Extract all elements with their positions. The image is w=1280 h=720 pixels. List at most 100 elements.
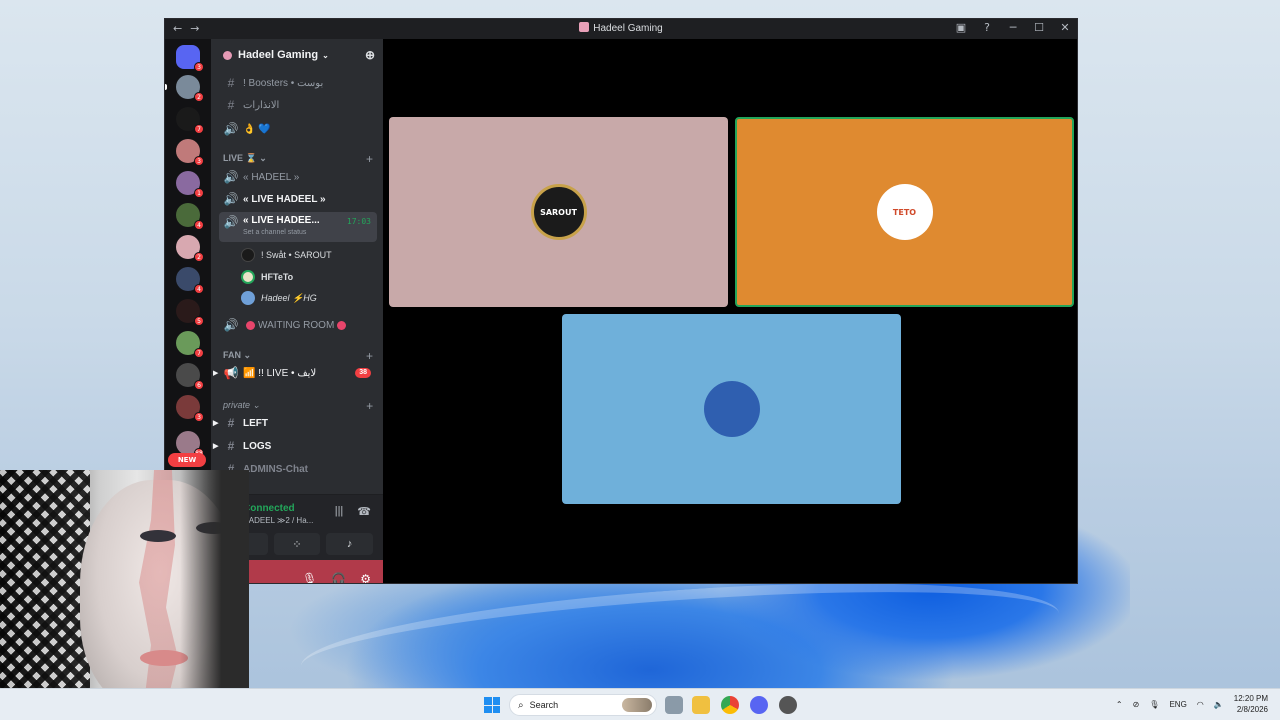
voice-user-name: ! Swåt • SAROUT xyxy=(261,250,332,260)
soundboard-button[interactable]: ♪ xyxy=(326,533,374,555)
channel-status[interactable]: Set a channel status xyxy=(243,229,306,236)
window-title-text: Hadeel Gaming xyxy=(593,23,663,34)
channel-logs[interactable]: ▶ # LOGS xyxy=(213,436,377,456)
category-label: private xyxy=(223,400,251,410)
participant-tile[interactable] xyxy=(562,314,901,504)
title-bar: ←→ Hadeel Gaming ▣ ? ─ ☐ ✕ xyxy=(165,19,1077,39)
server-icon[interactable]: 7 xyxy=(176,331,204,358)
badge: 3 xyxy=(194,156,204,166)
search-highlight-art xyxy=(622,698,652,712)
app-icon[interactable] xyxy=(779,696,797,714)
badge: 4 xyxy=(194,220,204,230)
headphones-icon[interactable]: 🎧 xyxy=(331,572,346,583)
system-tray: ⌃ ⊘ 🎙 ENG ◠ 🔈 12:20 PM 2/8/2026 xyxy=(1116,693,1268,715)
avatar xyxy=(241,248,255,262)
avatar-text: SAROUT xyxy=(540,207,577,217)
network-off-icon[interactable]: ⊘ xyxy=(1133,700,1140,709)
category-label: LIVE ⌛ xyxy=(223,153,257,163)
language-indicator[interactable]: ENG xyxy=(1169,700,1186,709)
task-view-icon[interactable] xyxy=(665,696,683,714)
server-icon[interactable]: 4 xyxy=(176,203,204,230)
badge: 3 xyxy=(194,62,204,72)
channel-live-fan[interactable]: ▶ 📢 📶 !! LIVE • لايف 38 xyxy=(213,363,377,383)
help-icon[interactable]: ? xyxy=(981,21,993,34)
voice-channel-info[interactable]: HADEEL ≫2 / Ha... xyxy=(243,516,313,525)
clock-date: 2/8/2026 xyxy=(1236,705,1268,714)
channel-voice-emoji[interactable]: 🔊 👌 💙 xyxy=(219,119,377,139)
server-icon[interactable]: 3 xyxy=(176,139,204,166)
clock-time: 12:20 PM xyxy=(1233,694,1268,703)
server-icon[interactable]: 5 xyxy=(176,299,204,326)
server-icon[interactable]: 4 xyxy=(176,267,204,294)
minimize-button[interactable]: ─ xyxy=(1007,21,1019,34)
chevron-up-icon[interactable]: ⌃ xyxy=(1116,700,1123,709)
windows-start-icon[interactable] xyxy=(484,697,500,713)
call-timer: 17:03 xyxy=(346,217,371,226)
channel-left[interactable]: ▶ # LEFT xyxy=(213,413,377,433)
add-channel-icon[interactable]: + xyxy=(366,399,373,413)
discord-icon[interactable] xyxy=(750,696,768,714)
invite-user-icon[interactable]: ⊕ xyxy=(365,48,375,62)
channel-label: LOGS xyxy=(243,440,272,452)
search-box[interactable]: ⌕ Search xyxy=(509,694,657,716)
add-channel-icon[interactable]: + xyxy=(366,349,373,363)
unread-badge: 38 xyxy=(355,368,371,378)
wifi-icon[interactable]: ◠ xyxy=(1197,700,1204,709)
server-header[interactable]: Hadeel Gaming ⌄ ⊕ xyxy=(211,39,383,71)
server-icon[interactable]: 3 xyxy=(176,395,204,422)
voice-user[interactable]: HFTeTo xyxy=(241,268,293,286)
voice-user[interactable]: Hadeel ⚡HG xyxy=(241,289,317,307)
discord-window: ←→ Hadeel Gaming ▣ ? ─ ☐ ✕ 3 2 7 3 1 4 2… xyxy=(164,18,1078,584)
channel-boosters[interactable]: # ! Boosters • بوست xyxy=(219,73,377,93)
file-explorer-icon[interactable] xyxy=(692,696,710,714)
microphone-icon[interactable]: 🎙 xyxy=(302,572,317,583)
participant-tile[interactable]: SAROUT xyxy=(389,117,728,307)
channel-label: 📶 !! LIVE • لايف xyxy=(243,367,317,379)
voice-channel-hadeel[interactable]: 🔊 « HADEEL » xyxy=(219,167,377,187)
category-live[interactable]: LIVE ⌛ ⌄ + xyxy=(223,152,373,166)
settings-gear-icon[interactable]: ⚙ xyxy=(360,572,371,583)
server-icon[interactable]: 88 xyxy=(176,431,204,458)
voice-stage: SAROUT TETO xyxy=(383,39,1077,583)
speaker-icon: 🔊 xyxy=(223,318,239,332)
mic-icon[interactable]: 🎙 xyxy=(1149,700,1159,709)
activities-button[interactable]: ⁘ xyxy=(273,533,321,555)
disconnect-icon[interactable]: ☎ xyxy=(357,505,371,518)
category-private[interactable]: private ⌄ + xyxy=(223,399,373,413)
record-dot-icon xyxy=(337,320,347,330)
chrome-icon[interactable] xyxy=(721,696,739,714)
avatar-text: TETO xyxy=(892,207,917,217)
noise-suppression-icon[interactable]: ||| xyxy=(335,505,344,518)
search-label: Search xyxy=(529,700,559,710)
channel-label: الانذارات xyxy=(243,99,280,111)
category-fan[interactable]: FAN ⌄ + xyxy=(223,349,373,363)
server-icon[interactable]: 2 xyxy=(176,235,204,262)
volume-icon[interactable]: 🔈 xyxy=(1214,700,1224,709)
hash-icon: # xyxy=(227,98,235,112)
badge: 2 xyxy=(194,252,204,262)
voice-channel-active[interactable]: 🔊 « LIVE HADEE... 17:03 Set a channel st… xyxy=(219,212,377,242)
close-button[interactable]: ✕ xyxy=(1059,21,1071,34)
voice-user-name: HFTeTo xyxy=(261,272,294,282)
channel-warnings[interactable]: # الانذارات xyxy=(219,95,377,115)
voice-user[interactable]: ! Swåt • SAROUT xyxy=(241,246,332,264)
caret-right-icon: ▶ xyxy=(213,420,219,427)
badge: 2 xyxy=(194,92,204,102)
voice-channel-live-hadeel[interactable]: 🔊 « LIVE HADEEL » xyxy=(219,189,377,209)
speaker-icon: 🔊 xyxy=(223,192,239,206)
server-icon[interactable]: 7 xyxy=(176,107,204,134)
maximize-button[interactable]: ☐ xyxy=(1033,21,1045,34)
record-dot-icon xyxy=(246,320,255,330)
participant-tile-speaking[interactable]: TETO xyxy=(735,117,1074,307)
discord-home-icon[interactable]: 3 xyxy=(176,45,204,72)
inbox-icon[interactable]: ▣ xyxy=(955,21,967,34)
server-icon[interactable]: 2 xyxy=(165,75,204,102)
channel-label: ! Boosters • بوست xyxy=(243,77,324,89)
voice-channel-waiting-room[interactable]: 🔊 WAITING ROOM xyxy=(219,315,377,335)
server-icon[interactable]: 6 xyxy=(176,363,204,390)
channel-label: WAITING ROOM xyxy=(258,319,335,331)
server-icon[interactable]: 1 xyxy=(176,171,204,198)
clock[interactable]: 12:20 PM 2/8/2026 xyxy=(1234,693,1268,715)
add-channel-icon[interactable]: + xyxy=(366,152,373,166)
speaker-icon: 🔊 xyxy=(223,122,239,136)
